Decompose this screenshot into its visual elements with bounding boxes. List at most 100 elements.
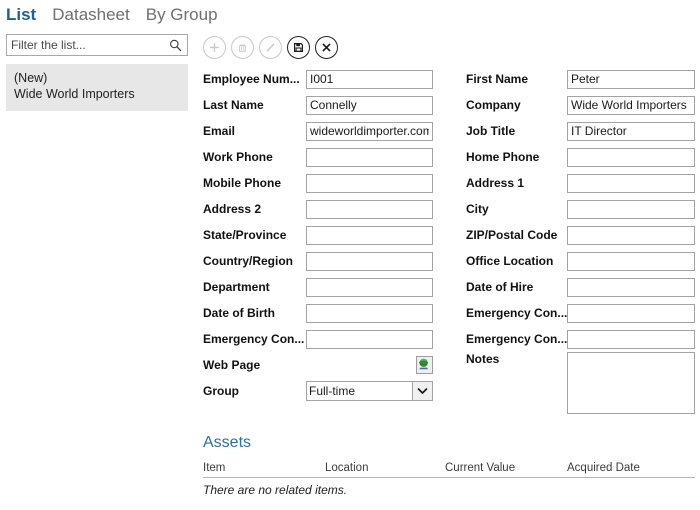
input-country-region[interactable] bbox=[306, 251, 433, 271]
field-row-last-name: Last Name bbox=[203, 92, 433, 118]
label-email: Email bbox=[203, 124, 236, 138]
list-item-primary: (New) bbox=[14, 71, 48, 85]
label-country-region: Country/Region bbox=[203, 254, 293, 268]
assets-table-header: Item Location Current Value Acquired Dat… bbox=[203, 462, 695, 478]
input-office-location[interactable] bbox=[567, 251, 695, 271]
label-zip-postal-code: ZIP/Postal Code bbox=[466, 228, 558, 242]
tab-datasheet[interactable]: Datasheet bbox=[52, 5, 130, 25]
input-notes[interactable] bbox=[567, 352, 695, 414]
tab-by-group[interactable]: By Group bbox=[146, 5, 218, 25]
field-row-address-1: Address 1 bbox=[466, 170, 696, 196]
input-email[interactable] bbox=[306, 121, 433, 141]
record-toolbar bbox=[203, 36, 338, 59]
plus-icon bbox=[208, 41, 221, 54]
input-department[interactable] bbox=[306, 277, 433, 297]
list-item-secondary: Wide World Importers bbox=[14, 87, 135, 101]
input-date-of-hire[interactable] bbox=[567, 277, 695, 297]
column-header-current-value[interactable]: Current Value bbox=[445, 462, 567, 474]
input-emergency-contact-right-2[interactable] bbox=[567, 329, 695, 349]
assets-section: Assets Item Location Current Value Acqui… bbox=[203, 432, 695, 497]
input-work-phone[interactable] bbox=[306, 147, 433, 167]
field-row-zip-postal-code: ZIP/Postal Code bbox=[466, 222, 696, 248]
filter-box[interactable] bbox=[6, 34, 188, 56]
cancel-record-button[interactable] bbox=[315, 36, 338, 59]
column-header-location[interactable]: Location bbox=[325, 462, 445, 474]
field-row-date-of-hire: Date of Hire bbox=[466, 274, 696, 300]
group-select-wrapper: Full-time bbox=[306, 381, 433, 401]
field-row-department: Department bbox=[203, 274, 433, 300]
field-row-country-region: Country/Region bbox=[203, 248, 433, 274]
label-office-location: Office Location bbox=[466, 254, 554, 268]
label-job-title: Job Title bbox=[466, 124, 516, 138]
input-address-1[interactable] bbox=[567, 173, 695, 193]
web-page-open-button[interactable] bbox=[415, 356, 433, 374]
label-date-of-hire: Date of Hire bbox=[466, 280, 534, 294]
input-emergency-contact-right-1[interactable] bbox=[567, 303, 695, 323]
form-column-right: First Name Company Job Title Home Phone … bbox=[466, 66, 696, 414]
label-city: City bbox=[466, 202, 489, 216]
input-last-name[interactable] bbox=[306, 95, 433, 115]
label-address-2: Address 2 bbox=[203, 202, 262, 216]
edit-record-button[interactable] bbox=[259, 36, 282, 59]
input-date-of-birth[interactable] bbox=[306, 303, 433, 323]
field-row-home-phone: Home Phone bbox=[466, 144, 696, 170]
field-row-first-name: First Name bbox=[466, 66, 696, 92]
label-emergency-contact-left: Emergency Con... bbox=[203, 332, 305, 346]
view-tabbar: List Datasheet By Group bbox=[0, 0, 700, 30]
input-state-province[interactable] bbox=[306, 225, 433, 245]
label-department: Department bbox=[203, 280, 270, 294]
label-emergency-contact-right-2: Emergency Con... bbox=[466, 332, 567, 346]
label-group: Group bbox=[203, 384, 239, 398]
form-column-left: Employee Num... Last Name Email Work Pho… bbox=[203, 66, 433, 404]
filter-input[interactable] bbox=[7, 35, 165, 55]
input-company[interactable] bbox=[567, 95, 695, 115]
record-list: (New) Wide World Importers bbox=[6, 64, 188, 111]
input-city[interactable] bbox=[567, 199, 695, 219]
field-row-date-of-birth: Date of Birth bbox=[203, 300, 433, 326]
input-mobile-phone[interactable] bbox=[306, 173, 433, 193]
list-item[interactable]: (New) Wide World Importers bbox=[6, 64, 188, 111]
field-row-company: Company bbox=[466, 92, 696, 118]
input-employee-number[interactable] bbox=[306, 69, 433, 89]
field-row-job-title: Job Title bbox=[466, 118, 696, 144]
close-icon bbox=[320, 41, 333, 54]
field-row-city: City bbox=[466, 196, 696, 222]
field-row-emergency-contact-right-2: Emergency Con... bbox=[466, 326, 696, 352]
search-icon[interactable] bbox=[168, 38, 183, 53]
field-row-group: Group Full-time bbox=[203, 378, 433, 404]
field-row-notes: Notes bbox=[466, 352, 696, 414]
field-row-work-phone: Work Phone bbox=[203, 144, 433, 170]
save-record-button[interactable] bbox=[287, 36, 310, 59]
field-row-office-location: Office Location bbox=[466, 248, 696, 274]
label-notes: Notes bbox=[466, 352, 500, 366]
add-record-button[interactable] bbox=[203, 36, 226, 59]
field-row-state-province: State/Province bbox=[203, 222, 433, 248]
input-zip-postal-code[interactable] bbox=[567, 225, 695, 245]
input-job-title[interactable] bbox=[567, 121, 695, 141]
save-icon bbox=[292, 41, 305, 54]
label-home-phone: Home Phone bbox=[466, 150, 540, 164]
input-home-phone[interactable] bbox=[567, 147, 695, 167]
field-row-employee-number: Employee Num... bbox=[203, 66, 433, 92]
field-row-address-2: Address 2 bbox=[203, 196, 433, 222]
label-web-page: Web Page bbox=[203, 358, 261, 372]
field-row-emergency-contact-right-1: Emergency Con... bbox=[466, 300, 696, 326]
label-mobile-phone: Mobile Phone bbox=[203, 176, 281, 190]
field-row-email: Email bbox=[203, 118, 433, 144]
select-group[interactable]: Full-time bbox=[306, 381, 433, 401]
globe-icon bbox=[417, 357, 431, 374]
trash-icon bbox=[236, 41, 249, 54]
label-state-province: State/Province bbox=[203, 228, 287, 242]
label-employee-number: Employee Num... bbox=[203, 72, 300, 86]
column-header-item[interactable]: Item bbox=[203, 462, 325, 474]
column-header-acquired-date[interactable]: Acquired Date bbox=[567, 462, 687, 474]
input-emergency-contact-left[interactable] bbox=[306, 329, 433, 349]
input-first-name[interactable] bbox=[567, 69, 695, 89]
input-address-2[interactable] bbox=[306, 199, 433, 219]
field-row-mobile-phone: Mobile Phone bbox=[203, 170, 433, 196]
label-last-name: Last Name bbox=[203, 98, 264, 112]
delete-record-button[interactable] bbox=[231, 36, 254, 59]
tab-list[interactable]: List bbox=[6, 5, 36, 25]
field-row-emergency-contact-left: Emergency Con... bbox=[203, 326, 433, 352]
assets-empty-message: There are no related items. bbox=[203, 483, 348, 497]
